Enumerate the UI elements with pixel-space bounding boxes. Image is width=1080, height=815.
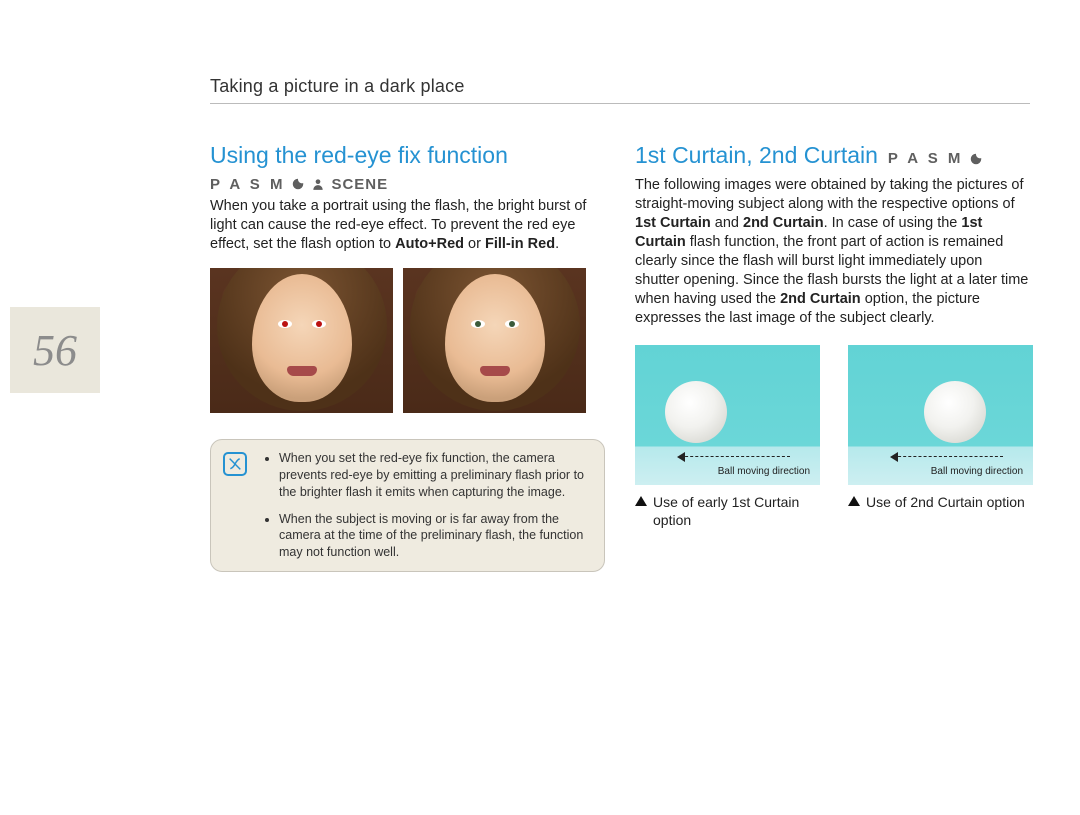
night-mode-icon <box>291 177 305 191</box>
caption-text: Use of early 1st Curtain option <box>653 493 820 529</box>
portrait-image-row <box>210 268 605 413</box>
portrait-before <box>210 268 393 413</box>
mode-indicator-line: P A S M SCENE <box>210 176 605 193</box>
body-text: . <box>555 236 559 252</box>
body-text: . In case of using the <box>824 215 962 231</box>
ball-direction-label: Ball moving direction <box>931 466 1023 477</box>
curtain-body: The following images were obtained by ta… <box>635 176 1030 329</box>
ball-direction-label: Ball moving direction <box>718 466 810 477</box>
right-column: 1st Curtain, 2nd Curtain P A S M The fol… <box>635 142 1030 572</box>
curtain-item-2: Ball moving direction Use of 2nd Curtain… <box>848 345 1033 529</box>
note-box: When you set the red-eye fix function, t… <box>210 439 605 572</box>
caption-text: Use of 2nd Curtain option <box>866 493 1025 511</box>
portrait-after <box>403 268 586 413</box>
page-number-tab: 56 <box>10 307 100 393</box>
section-title-text: Using the red-eye fix function <box>210 142 508 170</box>
note-icon <box>223 452 247 476</box>
section-title-curtain: 1st Curtain, 2nd Curtain P A S M <box>635 142 1030 170</box>
scene-label: SCENE <box>331 176 388 193</box>
body-bold: 1st Curtain <box>635 215 711 231</box>
curtain-image-2nd: Ball moving direction <box>848 345 1033 485</box>
body-bold: Auto+Red <box>395 236 464 252</box>
triangle-up-icon <box>635 496 647 506</box>
portrait-mode-icon <box>311 177 325 191</box>
body-text: and <box>711 215 743 231</box>
body-bold: 2nd Curtain <box>780 291 861 307</box>
note-bullet: When you set the red-eye fix function, t… <box>279 450 590 501</box>
triangle-up-icon <box>848 496 860 506</box>
body-bold: Fill-in Red <box>485 236 555 252</box>
red-eye-body: When you take a portrait using the flash… <box>210 197 605 254</box>
body-bold: 2nd Curtain <box>743 215 824 231</box>
note-bullet: When the subject is moving or is far awa… <box>279 511 590 562</box>
curtain-image-1st: Ball moving direction <box>635 345 820 485</box>
curtain-image-row: Ball moving direction Use of early 1st C… <box>635 345 1030 529</box>
curtain-caption-1: Use of early 1st Curtain option <box>635 493 820 529</box>
body-text: or <box>464 236 485 252</box>
mode-indicator-inline: P A S M <box>888 150 983 168</box>
mode-letters: P A S M <box>888 150 963 168</box>
curtain-caption-2: Use of 2nd Curtain option <box>848 493 1033 511</box>
content-columns: Using the red-eye fix function P A S M S… <box>210 142 1030 572</box>
section-title-red-eye: Using the red-eye fix function <box>210 142 605 170</box>
night-mode-icon <box>969 152 983 166</box>
curtain-item-1: Ball moving direction Use of early 1st C… <box>635 345 820 529</box>
page-header: Taking a picture in a dark place <box>210 76 1030 104</box>
left-column: Using the red-eye fix function P A S M S… <box>210 142 605 572</box>
body-text: The following images were obtained by ta… <box>635 177 1024 212</box>
section-title-text: 1st Curtain, 2nd Curtain <box>635 142 878 170</box>
mode-letters: P A S M <box>210 176 285 193</box>
